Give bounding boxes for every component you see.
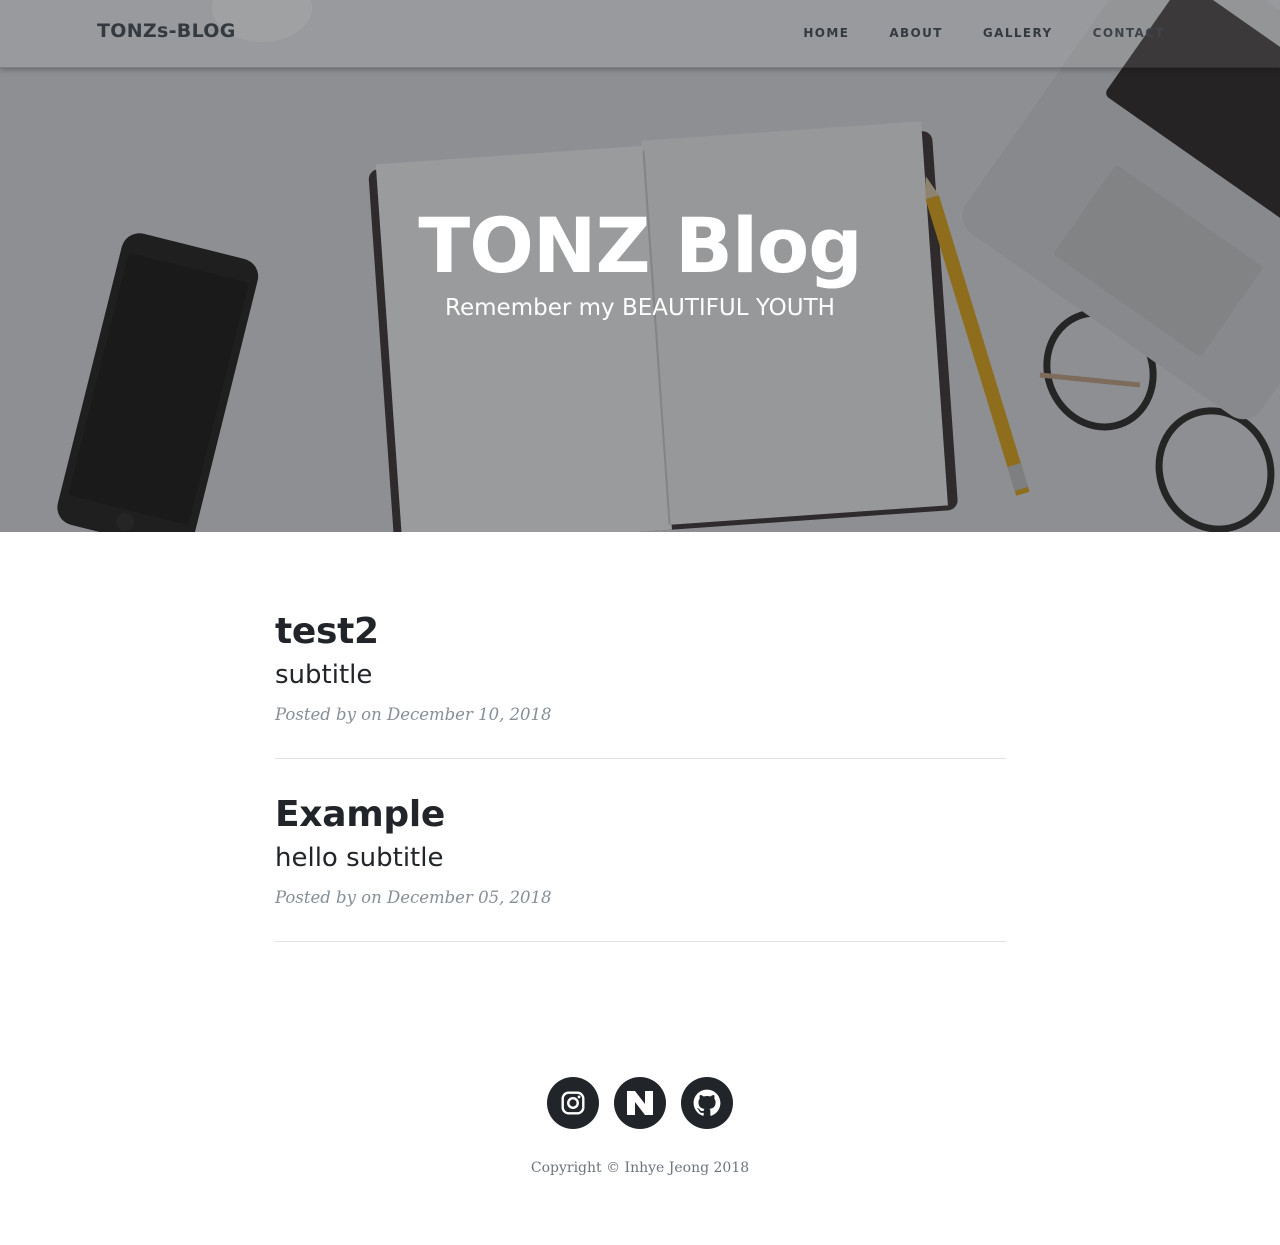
post-meta: Posted by on December 05, 2018 <box>275 887 552 907</box>
page-footer: Copyright © Inhye Jeong 2018 <box>0 1077 1280 1176</box>
nav-link-contact[interactable]: CONTACT <box>1093 26 1165 40</box>
site-subtitle: Remember my BEAUTIFUL YOUTH <box>445 295 835 322</box>
nav-link-home[interactable]: HOME <box>803 26 849 40</box>
instagram-icon <box>561 1091 585 1115</box>
copyright-text: Copyright © Inhye Jeong 2018 <box>530 1160 750 1176</box>
post-title-link[interactable]: Example <box>275 793 1006 836</box>
site-heading: TONZ Blog Remember my BEAUTIFUL YOUTH <box>0 200 1280 324</box>
github-icon <box>693 1089 721 1116</box>
post-meta: Posted by on December 10, 2018 <box>275 704 552 724</box>
site-title: TONZ Blog <box>418 201 862 290</box>
post-subtitle[interactable]: subtitle <box>275 659 1006 693</box>
nav-link-about[interactable]: ABOUT <box>889 26 943 40</box>
nav-link-gallery[interactable]: GALLERY <box>983 26 1053 40</box>
post-preview: test2 subtitle Posted by on December 10,… <box>275 610 1006 759</box>
main-navbar: TONZs-BLOG HOME ABOUT GALLERY CONTACT <box>0 0 1280 68</box>
brand-link[interactable]: TONZs-BLOG <box>97 20 236 42</box>
post-subtitle[interactable]: hello subtitle <box>275 842 1006 876</box>
post-list: test2 subtitle Posted by on December 10,… <box>275 610 1006 976</box>
social-links <box>0 1077 1280 1129</box>
naver-icon <box>627 1091 653 1115</box>
instagram-link[interactable] <box>547 1077 599 1129</box>
post-title-link[interactable]: test2 <box>275 610 1006 653</box>
naver-link[interactable] <box>614 1077 666 1129</box>
github-link[interactable] <box>681 1077 733 1129</box>
page-header: TONZs-BLOG HOME ABOUT GALLERY CONTACT TO… <box>0 0 1280 532</box>
nav-links: HOME ABOUT GALLERY CONTACT <box>763 26 1165 40</box>
post-preview: Example hello subtitle Posted by on Dece… <box>275 793 1006 942</box>
